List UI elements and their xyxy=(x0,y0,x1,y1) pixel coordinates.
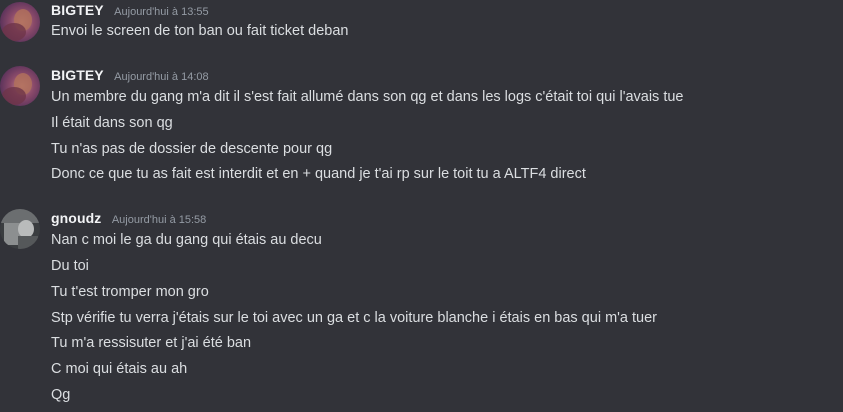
message-text: Tu m'a ressisuter et j'ai été ban xyxy=(51,335,252,351)
message-text: Il était dans son qg xyxy=(51,115,173,131)
avatar[interactable] xyxy=(0,2,40,42)
username[interactable]: BIGTEY xyxy=(51,2,104,18)
message-header: BIGTEY Aujourd'hui à 14:08 xyxy=(51,67,209,85)
message-text: Envoi le screen de ton ban ou fait ticke… xyxy=(51,23,349,39)
message-text: Un membre du gang m'a dit il s'est fait … xyxy=(51,89,684,105)
message-header: BIGTEY Aujourd'hui à 13:55 xyxy=(51,2,209,20)
message-text: Donc ce que tu as fait est interdit et e… xyxy=(51,166,586,182)
timestamp[interactable]: Aujourd'hui à 13:55 xyxy=(114,6,208,18)
avatar[interactable] xyxy=(0,209,40,249)
message-text: Stp vérifie tu verra j'étais sur le toi … xyxy=(51,310,657,326)
username[interactable]: gnoudz xyxy=(51,210,101,226)
message-text: Nan c moi le ga du gang qui étais au dec… xyxy=(51,232,322,248)
timestamp[interactable]: Aujourd'hui à 15:58 xyxy=(112,214,206,226)
username[interactable]: BIGTEY xyxy=(51,67,104,83)
chat-messages: BIGTEY Aujourd'hui à 13:55 Envoi le scre… xyxy=(0,0,843,412)
timestamp[interactable]: Aujourd'hui à 14:08 xyxy=(114,71,208,83)
message-text: Du toi xyxy=(51,258,89,274)
message-header: gnoudz Aujourd'hui à 15:58 xyxy=(51,210,206,228)
message-text: Tu n'as pas de dossier de descente pour … xyxy=(51,141,333,157)
message-text: Tu t'est tromper mon gro xyxy=(51,284,209,300)
message-text: Qg xyxy=(51,387,71,403)
message-text: C moi qui étais au ah xyxy=(51,361,188,377)
avatar[interactable] xyxy=(0,66,40,106)
